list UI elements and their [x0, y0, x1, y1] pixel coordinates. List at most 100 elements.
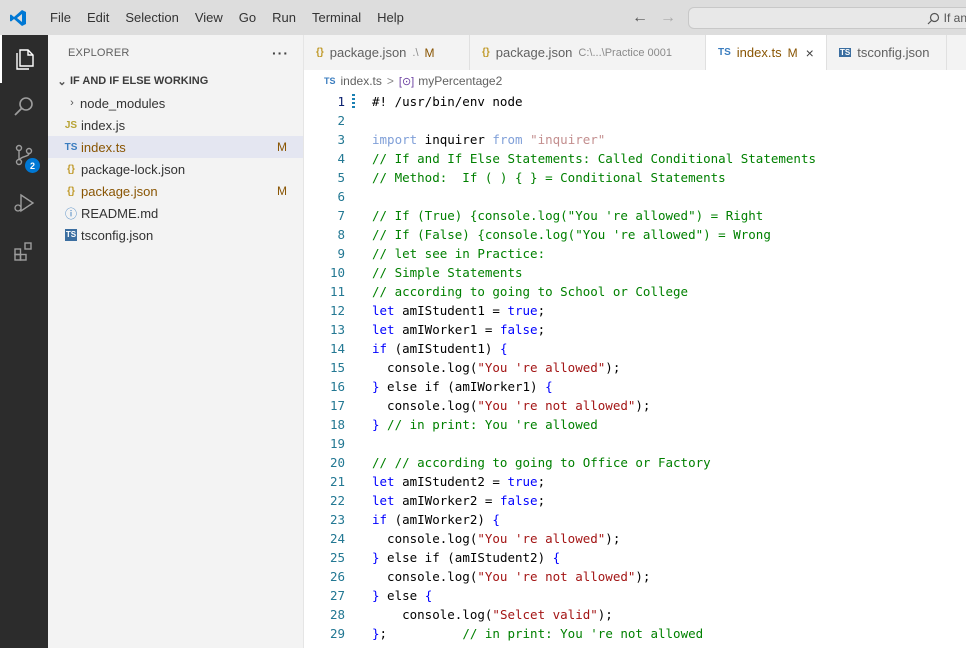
code-text: // Simple Statements	[372, 263, 523, 282]
code-line[interactable]: 26 console.log("You 're not allowed");	[304, 567, 966, 586]
back-arrow-icon[interactable]: ←	[632, 9, 648, 27]
tab-package-json-local[interactable]: {} package.json .\ M	[304, 35, 470, 70]
code-line[interactable]: 10 // Simple Statements	[304, 263, 966, 282]
more-actions-icon[interactable]: ···	[272, 45, 289, 61]
menu-help[interactable]: Help	[369, 0, 412, 35]
json-file-icon: {}	[67, 163, 75, 175]
activity-explorer[interactable]	[0, 35, 48, 83]
tab-index-ts[interactable]: TS index.ts M ×	[706, 35, 827, 70]
code-line[interactable]: 22 let amIWorker2 = false;	[304, 491, 966, 510]
tab-tsconfig-json[interactable]: TS tsconfig.json	[827, 35, 947, 70]
code-token: {	[492, 512, 500, 527]
command-center-search[interactable]: If an	[688, 7, 966, 29]
code-line[interactable]: 25} else if (amIStudent2) {	[304, 548, 966, 567]
modified-badge: M	[277, 184, 287, 198]
activity-source-control[interactable]: 2	[0, 131, 48, 179]
forward-arrow-icon[interactable]: →	[660, 9, 676, 27]
code-line[interactable]: 23 if (amIWorker2) {	[304, 510, 966, 529]
line-number: 26	[329, 569, 345, 584]
line-number: 3	[337, 132, 345, 147]
code-line[interactable]: 16} else if (amIWorker1) {	[304, 377, 966, 396]
code-text: import inquirer from "inquirer"	[372, 130, 605, 149]
code-token: else	[379, 588, 425, 603]
breadcrumb-symbol[interactable]: myPercentage2	[418, 74, 502, 88]
code-line[interactable]: 15 console.log("You 're allowed");	[304, 358, 966, 377]
tree-item-label: package-lock.json	[81, 161, 186, 177]
code-line[interactable]: 13 let amIWorker1 = false;	[304, 320, 966, 339]
menu-view[interactable]: View	[187, 0, 231, 35]
code-line[interactable]: 1 #! /usr/bin/env node	[304, 92, 966, 111]
search-icon	[927, 12, 939, 24]
tree-item-tsconfig-json[interactable]: TS tsconfig.json	[48, 224, 303, 246]
menu-edit[interactable]: Edit	[79, 0, 117, 35]
code-line[interactable]: 12 let amIStudent1 = true;	[304, 301, 966, 320]
code-line[interactable]: 27} else {	[304, 586, 966, 605]
navigation-arrows: ← →	[632, 0, 676, 35]
code-text: // If (True) {console.log("You 're allow…	[372, 206, 763, 225]
code-token: let	[372, 322, 395, 337]
code-line[interactable]: 28 console.log("Selcet valid");	[304, 605, 966, 624]
code-token: }	[372, 417, 380, 432]
line-number: 21	[329, 474, 345, 489]
tree-item-package-json[interactable]: {} package.json M	[48, 180, 303, 202]
tree-item-node-modules[interactable]: › node_modules	[48, 92, 303, 114]
code-token: else if	[379, 550, 448, 565]
code-token: // Simple Statements	[372, 265, 523, 280]
menu-file[interactable]: File	[42, 0, 79, 35]
tree-item-index-js[interactable]: JS index.js	[48, 114, 303, 136]
activity-search[interactable]	[0, 83, 48, 131]
workspace-folder[interactable]: ⌄ IF AND IF ELSE WORKING	[48, 70, 303, 92]
code-line[interactable]: 21 let amIStudent2 = true;	[304, 472, 966, 491]
code-line[interactable]: 3 import inquirer from "inquirer"	[304, 130, 966, 149]
code-line[interactable]: 17 console.log("You 're not allowed");	[304, 396, 966, 415]
js-file-icon: JS	[64, 119, 78, 131]
code-token: }	[372, 588, 380, 603]
code-line[interactable]: 7 // If (True) {console.log("You 're allo…	[304, 206, 966, 225]
tree-item-readme-md[interactable]: ⓘ README.md	[48, 202, 303, 224]
tree-item-package-lock-json[interactable]: {} package-lock.json	[48, 158, 303, 180]
code-token: "You 're allowed"	[477, 531, 606, 546]
code-line[interactable]: 5 // Method: If ( ) { } = Conditional Sta…	[304, 168, 966, 187]
line-number: 27	[329, 588, 345, 603]
code-text: let amIStudent2 = true;	[372, 472, 545, 491]
line-number: 25	[329, 550, 345, 565]
code-token: false	[499, 493, 538, 508]
code-line[interactable]: 2	[304, 111, 966, 130]
activity-run-debug[interactable]	[0, 179, 48, 227]
activity-bar: 2	[0, 35, 48, 648]
line-number: 15	[329, 360, 345, 375]
line-number: 14	[329, 341, 345, 356]
code-text: let amIStudent1 = true;	[372, 301, 545, 320]
chevron-down-icon: ⌄	[57, 75, 67, 88]
json-file-icon: {}	[316, 47, 324, 58]
code-token: {	[545, 379, 553, 394]
code-line[interactable]: 6	[304, 187, 966, 206]
code-text: } // in print: You 're allowed	[372, 415, 598, 434]
line-number: 6	[337, 189, 345, 204]
code-line[interactable]: 20 // // according to going to Office or …	[304, 453, 966, 472]
activity-extensions[interactable]	[0, 227, 48, 275]
code-line[interactable]: 18} // in print: You 're allowed	[304, 415, 966, 434]
code-line[interactable]: 19	[304, 434, 966, 453]
code-line[interactable]: 24 console.log("You 're allowed");	[304, 529, 966, 548]
tab-package-json-practice[interactable]: {} package.json C:\...\Practice 0001	[470, 35, 706, 70]
code-line[interactable]: 11 // according to going to School or Col…	[304, 282, 966, 301]
search-icon	[14, 97, 33, 116]
tree-item-index-ts[interactable]: TS index.ts M	[48, 136, 303, 158]
code-line[interactable]: 9 // let see in Practice:	[304, 244, 966, 263]
code-line[interactable]: 29}; // in print: You 're not allowed	[304, 624, 966, 643]
menu-run[interactable]: Run	[264, 0, 304, 35]
code-line[interactable]: 8 // If (False) {console.log("You 're all…	[304, 225, 966, 244]
menu-selection[interactable]: Selection	[117, 0, 186, 35]
code-line[interactable]: 14 if (amIStudent1) {	[304, 339, 966, 358]
close-icon[interactable]: ×	[806, 45, 814, 61]
line-number: 22	[329, 493, 345, 508]
menu-terminal[interactable]: Terminal	[304, 0, 369, 35]
code-line[interactable]: 4 // If and If Else Statements: Called Co…	[304, 149, 966, 168]
menu-go[interactable]: Go	[231, 0, 264, 35]
modified-badge: M	[424, 45, 435, 60]
code-token: inquirer	[417, 132, 493, 147]
code-text: // If and If Else Statements: Called Con…	[372, 149, 816, 168]
breadcrumb-file[interactable]: index.ts	[341, 74, 382, 88]
code-editor[interactable]: 1 #! /usr/bin/env node 2 3 import inquirer f…	[304, 92, 966, 648]
